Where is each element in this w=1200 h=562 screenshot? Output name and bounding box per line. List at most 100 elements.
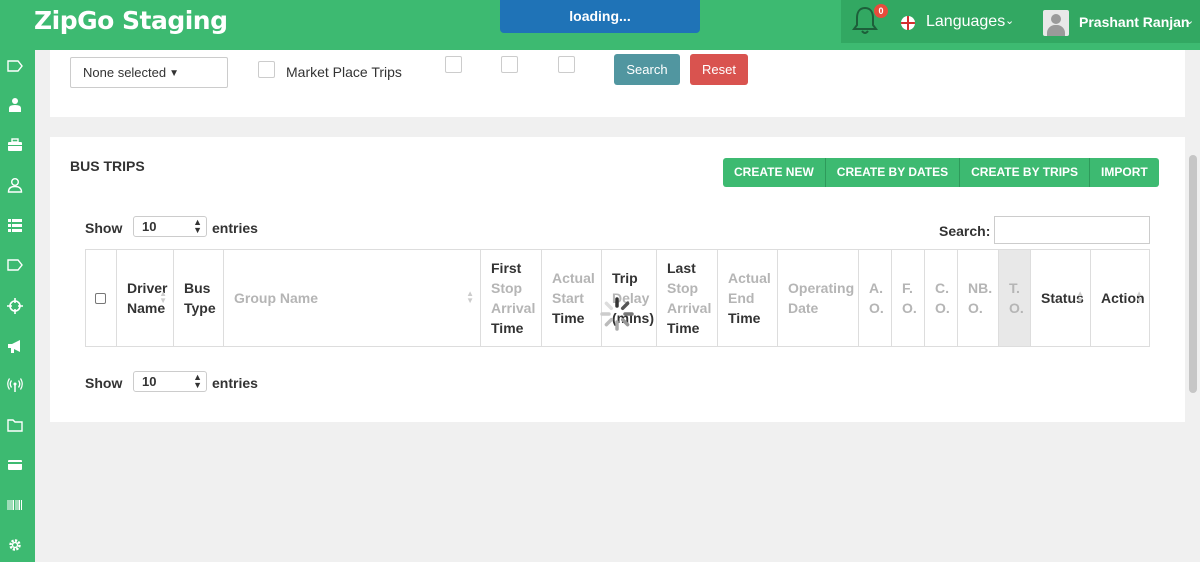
col-action[interactable]: Action ▲ ▼ — [1091, 250, 1149, 346]
sidebar — [0, 50, 35, 562]
search-button[interactable]: Search — [614, 54, 680, 85]
col-text: O. — [935, 300, 950, 316]
col-actual-end-time[interactable]: Actual End Time — [718, 250, 778, 346]
loading-spinner-icon — [599, 296, 635, 332]
col-text: Arrival — [667, 300, 712, 316]
col-text: Time — [491, 320, 524, 336]
col-text: First — [491, 260, 522, 276]
select-arrows-icon: ▲ ▼ — [193, 372, 202, 390]
col-text: O. — [902, 300, 917, 316]
col-text: Arrival — [491, 300, 536, 316]
chevron-down-icon: ⌄ — [1005, 15, 1015, 27]
languages-dropdown[interactable]: Languages — [926, 13, 1005, 31]
col-text: End — [728, 290, 755, 306]
col-text: Bus — [184, 280, 211, 296]
entries-label: entries — [212, 220, 258, 236]
col-text: Stop — [491, 280, 523, 296]
create-by-dates-button[interactable]: CREATE BY DATES — [825, 158, 961, 187]
col-group-name[interactable]: Group Name ▲ ▼ — [224, 250, 481, 346]
col-text: Actual — [728, 270, 771, 286]
crosshair-icon[interactable] — [7, 298, 23, 314]
select-all-checkbox[interactable] — [95, 292, 106, 304]
col-actual-start-time[interactable]: Actual Start Time — [542, 250, 602, 346]
filter-checkbox[interactable] — [501, 56, 518, 73]
page-scrollbar[interactable] — [1189, 155, 1197, 393]
multiselect-dropdown[interactable]: None selected ▼ — [70, 57, 228, 88]
show-label: Show — [85, 375, 123, 391]
table-search-input[interactable] — [994, 216, 1150, 244]
tag-icon[interactable] — [7, 257, 23, 273]
brand-logo[interactable]: ZipGo Staging — [34, 6, 228, 35]
col-text: Time — [552, 310, 585, 326]
col-text: Operating — [788, 280, 855, 296]
col-status[interactable]: Status ▲ ▼ — [1031, 250, 1091, 346]
col-first-stop-arrival-time[interactable]: First Stop Arrival Time — [481, 250, 542, 346]
col-text: Type — [184, 300, 216, 316]
entries-select[interactable]: 10 ▲ ▼ — [133, 371, 207, 392]
col-driver-name[interactable]: Driver Name ▲ ▼ — [117, 250, 174, 346]
filter-checkbox[interactable] — [558, 56, 575, 73]
col-co[interactable]: C. O. — [925, 250, 958, 346]
reset-button[interactable]: Reset — [690, 54, 748, 85]
col-text: T. — [1009, 280, 1020, 296]
list-icon[interactable] — [7, 217, 23, 233]
show-label: Show — [85, 220, 123, 236]
col-text: O. — [869, 300, 884, 316]
col-text: Start — [552, 290, 584, 306]
col-text: C. — [935, 280, 949, 296]
bus-trips-panel: BUS TRIPS CREATE NEW CREATE BY DATES CRE… — [50, 137, 1185, 422]
gear-icon[interactable] — [7, 537, 23, 553]
tag-icon[interactable] — [7, 58, 23, 74]
folder-icon[interactable] — [7, 417, 23, 433]
import-button[interactable]: IMPORT — [1090, 158, 1159, 187]
user-avatar[interactable] — [1043, 10, 1069, 36]
entries-select[interactable]: 10 ▲ ▼ — [133, 216, 207, 237]
barcode-icon[interactable] — [7, 497, 23, 513]
filter-checkbox[interactable] — [445, 56, 462, 73]
panel-title: BUS TRIPS — [70, 158, 145, 174]
col-text: Trip — [612, 270, 638, 286]
col-nbo[interactable]: NB. O. — [958, 250, 999, 346]
col-text: Group Name — [234, 290, 319, 306]
loading-indicator: loading... — [500, 0, 700, 33]
caret-down-icon: ▼ — [169, 68, 180, 79]
entries-value: 10 — [142, 374, 157, 389]
antenna-icon[interactable] — [7, 377, 23, 393]
notification-count-badge: 0 — [874, 4, 888, 18]
driver-icon[interactable] — [7, 97, 23, 113]
col-operating-date[interactable]: Operating Date — [778, 250, 859, 346]
user-name[interactable]: Prashant Ranjan — [1079, 14, 1189, 30]
entries-value: 10 — [142, 219, 157, 234]
create-by-trips-button[interactable]: CREATE BY TRIPS — [960, 158, 1091, 187]
filter-panel: None selected ▼ Market Place Trips Search… — [50, 50, 1185, 117]
sort-icon: ▲ ▼ — [159, 289, 167, 305]
megaphone-icon[interactable] — [7, 338, 23, 354]
credit-card-icon[interactable] — [7, 457, 23, 473]
briefcase-icon[interactable] — [7, 137, 23, 153]
entries-label: entries — [212, 375, 258, 391]
multiselect-value: None selected — [83, 65, 167, 80]
user-icon[interactable] — [7, 177, 23, 193]
col-fo[interactable]: F. O. — [892, 250, 925, 346]
col-text: Last — [667, 260, 696, 276]
chevron-down-icon: ⌄ — [1185, 15, 1195, 27]
col-text: Time — [667, 320, 700, 336]
col-last-stop-arrival-time[interactable]: Last Stop Arrival Time — [657, 250, 718, 346]
action-button-group: CREATE NEW CREATE BY DATES CREATE BY TRI… — [723, 158, 1159, 187]
market-place-label: Market Place Trips — [286, 64, 402, 80]
col-text: O. — [968, 300, 983, 316]
col-ao[interactable]: A. O. — [859, 250, 892, 346]
sort-icon: ▲ ▼ — [1076, 289, 1084, 305]
col-text: O. — [1009, 300, 1024, 316]
col-text: F. — [902, 280, 913, 296]
england-flag-icon — [901, 16, 915, 30]
create-new-button[interactable]: CREATE NEW — [723, 158, 826, 187]
market-place-checkbox[interactable] — [258, 61, 275, 78]
bell-icon[interactable]: 0 — [848, 3, 888, 37]
col-select-all — [86, 250, 117, 346]
search-label: Search: — [939, 223, 991, 239]
col-text: Date — [788, 300, 819, 316]
col-text: Actual — [552, 270, 595, 286]
col-bus-type[interactable]: Bus Type — [174, 250, 224, 346]
col-to[interactable]: T. O. — [999, 250, 1031, 346]
